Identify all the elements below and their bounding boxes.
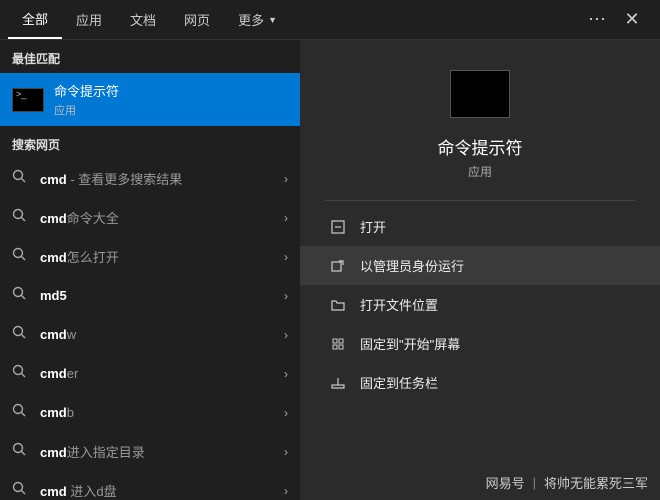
action-open-location[interactable]: 打开文件位置 xyxy=(300,285,660,324)
chevron-right-icon: › xyxy=(284,445,288,459)
web-result-item[interactable]: cmd 进入d盘 › xyxy=(0,471,300,500)
search-icon xyxy=(12,481,30,500)
action-open[interactable]: 打开 xyxy=(300,207,660,246)
search-icon xyxy=(12,403,30,422)
best-match-subtitle: 应用 xyxy=(54,102,288,118)
web-result-text: cmd进入指定目录 xyxy=(40,442,276,461)
search-icon xyxy=(12,442,30,461)
preview-app-name: 命令提示符 xyxy=(438,134,523,159)
chevron-right-icon: › xyxy=(284,328,288,342)
search-icon xyxy=(12,325,30,344)
divider xyxy=(325,200,635,201)
cmd-icon xyxy=(12,88,44,112)
web-result-item[interactable]: md5 › xyxy=(0,276,300,315)
preview-app-type: 应用 xyxy=(468,163,492,180)
tab-web[interactable]: 网页 xyxy=(170,0,224,39)
web-result-item[interactable]: cmd - 查看更多搜索结果 › xyxy=(0,159,300,198)
filter-tabs: 全部 应用 文档 网页 更多 ▼ ⋯ ✕ xyxy=(0,0,660,40)
search-icon xyxy=(12,364,30,383)
web-result-text: cmd怎么打开 xyxy=(40,247,276,266)
pin-start-icon xyxy=(328,337,348,351)
action-pin-start[interactable]: 固定到"开始"屏幕 xyxy=(300,324,660,363)
best-match-item[interactable]: 命令提示符 应用 xyxy=(0,73,300,126)
web-result-item[interactable]: cmd命令大全 › xyxy=(0,198,300,237)
chevron-right-icon: › xyxy=(284,250,288,264)
chevron-right-icon: › xyxy=(284,289,288,303)
web-result-item[interactable]: cmdw › xyxy=(0,315,300,354)
open-icon xyxy=(328,220,348,234)
admin-icon xyxy=(328,259,348,273)
more-options-icon[interactable]: ⋯ xyxy=(588,9,608,30)
search-icon xyxy=(12,208,30,227)
web-result-item[interactable]: cmd进入指定目录 › xyxy=(0,432,300,471)
search-icon xyxy=(12,286,30,305)
preview-app-icon xyxy=(450,70,510,118)
web-result-text: md5 xyxy=(40,288,276,303)
web-result-text: cmdb xyxy=(40,405,276,420)
tab-apps[interactable]: 应用 xyxy=(62,0,116,39)
chevron-right-icon: › xyxy=(284,172,288,186)
tab-more[interactable]: 更多 ▼ xyxy=(224,0,291,39)
chevron-right-icon: › xyxy=(284,406,288,420)
web-result-item[interactable]: cmdb › xyxy=(0,393,300,432)
action-pin-taskbar[interactable]: 固定到任务栏 xyxy=(300,363,660,402)
preview-panel: 命令提示符 应用 打开 以管理员身份运行 打开文件位置 固定到"开始"屏幕 xyxy=(300,40,660,500)
section-search-web: 搜索网页 xyxy=(0,126,300,159)
web-result-text: cmd命令大全 xyxy=(40,208,276,227)
folder-icon xyxy=(328,298,348,312)
watermark-author: 将帅无能累死三军 xyxy=(544,473,648,492)
chevron-right-icon: › xyxy=(284,211,288,225)
actions-list: 打开 以管理员身份运行 打开文件位置 固定到"开始"屏幕 固定到任务栏 xyxy=(300,207,660,402)
pin-taskbar-icon xyxy=(328,376,348,390)
web-result-text: cmder xyxy=(40,366,276,381)
search-icon xyxy=(12,169,30,188)
best-match-title: 命令提示符 xyxy=(54,81,288,100)
watermark: 网易号 | 将帅无能累死三军 xyxy=(486,473,648,492)
tab-docs[interactable]: 文档 xyxy=(116,0,170,39)
web-result-text: cmd - 查看更多搜索结果 xyxy=(40,169,276,188)
section-best-match: 最佳匹配 xyxy=(0,40,300,73)
watermark-brand: 网易号 xyxy=(486,473,525,492)
chevron-right-icon: › xyxy=(284,484,288,498)
web-result-item[interactable]: cmd怎么打开 › xyxy=(0,237,300,276)
web-result-item[interactable]: cmder › xyxy=(0,354,300,393)
web-result-text: cmdw xyxy=(40,327,276,342)
results-panel: 最佳匹配 命令提示符 应用 搜索网页 cmd - 查看更多搜索结果›cmd命令大… xyxy=(0,40,300,500)
web-result-text: cmd 进入d盘 xyxy=(40,481,276,500)
tab-all[interactable]: 全部 xyxy=(8,0,62,39)
search-icon xyxy=(12,247,30,266)
action-run-admin[interactable]: 以管理员身份运行 xyxy=(300,246,660,285)
close-icon[interactable]: ✕ xyxy=(620,9,644,30)
chevron-right-icon: › xyxy=(284,367,288,381)
